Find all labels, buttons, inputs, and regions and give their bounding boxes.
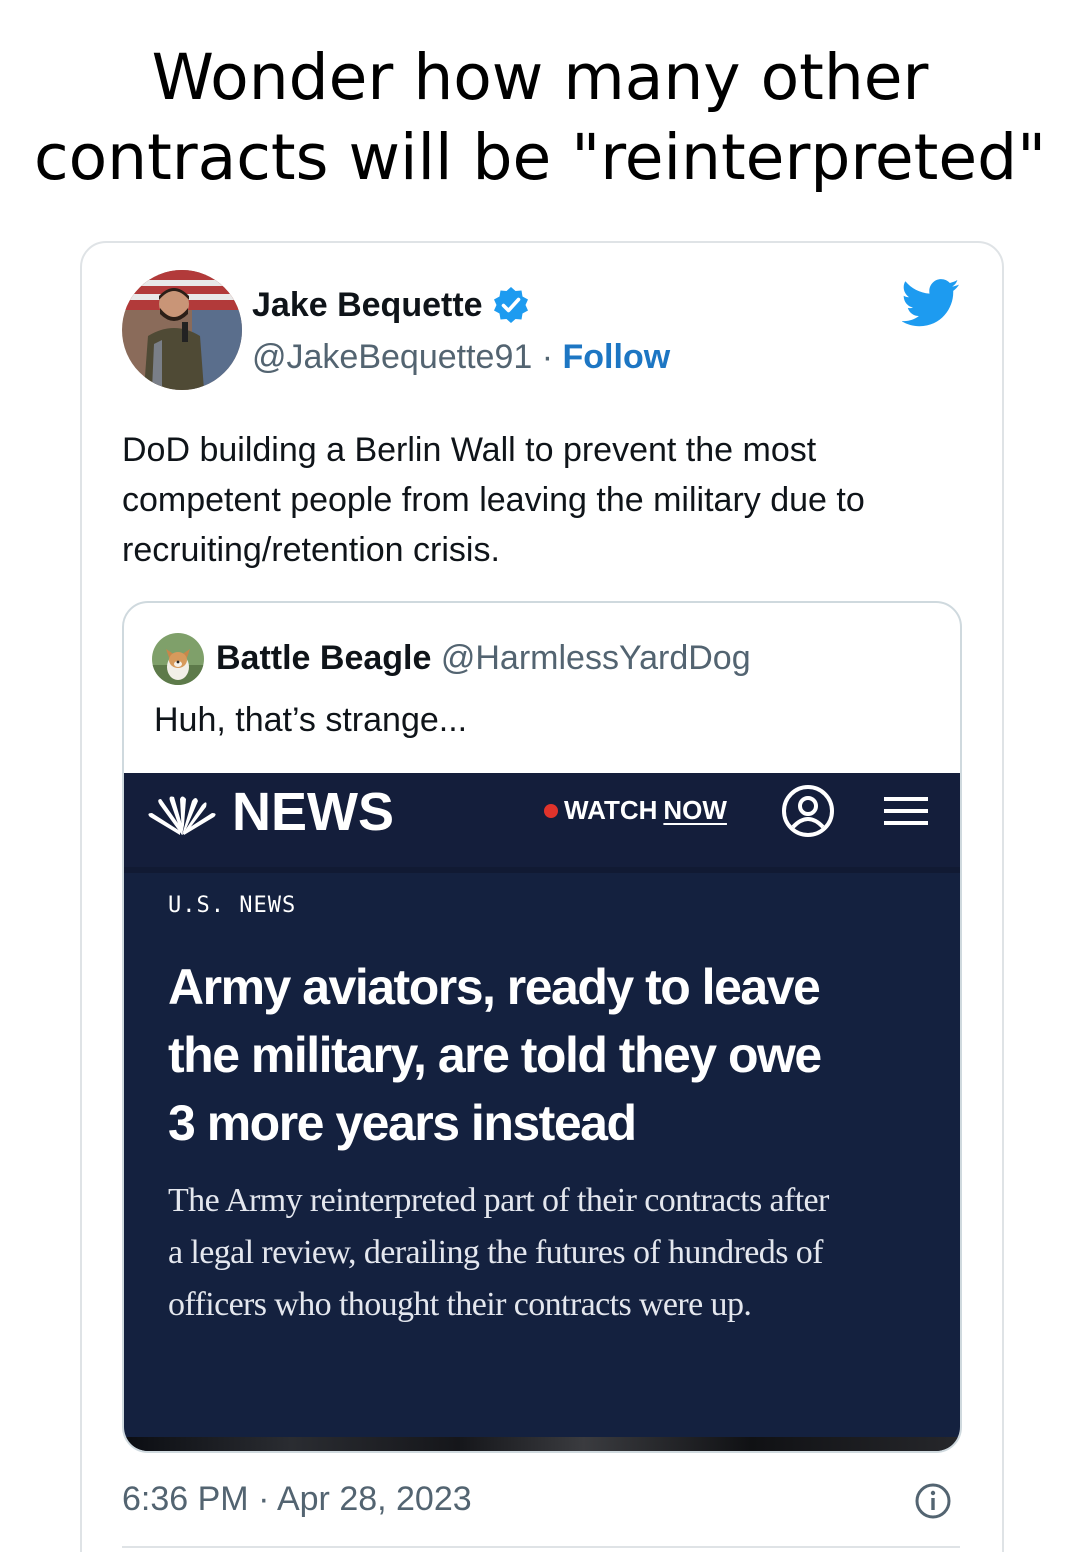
headline-line: Army aviators, ready to leave [168, 959, 821, 1015]
author-name-row[interactable]: Jake Bequette [252, 285, 531, 325]
news-screenshot[interactable]: NEWS WATCH NOW U.S. NEWS Army aviators, … [124, 773, 960, 1451]
caption-line-1: Wonder how many other [151, 41, 929, 114]
author-handle-row: @JakeBequette91 · Follow [252, 338, 670, 377]
live-dot-icon [544, 803, 558, 818]
section-label[interactable]: U.S. NEWS [168, 893, 296, 918]
quoted-author-row[interactable]: Battle Beagle @HarmlessYardDog [216, 639, 751, 678]
author-name[interactable]: Jake Bequette [252, 286, 483, 325]
article-dek: The Army reinterpreted part of their con… [168, 1175, 928, 1331]
watch-label: WATCH [564, 795, 658, 825]
now-label: NOW [663, 795, 727, 825]
tweet-body: DoD building a Berlin Wall to prevent th… [122, 425, 952, 575]
quoted-text: Huh, that’s strange... [154, 701, 468, 739]
dek-line: officers who thought their contracts wer… [168, 1286, 752, 1323]
info-icon[interactable] [914, 1482, 952, 1520]
dek-line: The Army reinterpreted part of their con… [168, 1182, 829, 1219]
tweet-text-line: DoD building a Berlin Wall to prevent th… [122, 431, 817, 469]
twitter-bird-icon[interactable] [902, 278, 960, 328]
author-handle[interactable]: @JakeBequette91 [252, 338, 532, 376]
news-logo-text[interactable]: NEWS [232, 781, 394, 843]
meme-caption: Wonder how many other contracts will be … [0, 38, 1080, 198]
dek-line: a legal review, derailing the futures of… [168, 1234, 823, 1271]
news-header-bar: NEWS WATCH NOW [124, 773, 960, 873]
separator-dot: · [541, 338, 554, 376]
tweet-text-line: competent people from leaving the milita… [122, 481, 865, 519]
user-account-icon[interactable] [780, 783, 836, 839]
tweet-timestamp[interactable]: 6:36 PM · Apr 28, 2023 [122, 1480, 472, 1519]
article-photo-edge [124, 1437, 960, 1451]
follow-button[interactable]: Follow [563, 338, 671, 376]
tweet-text-line: recruiting/retention crisis. [122, 531, 500, 569]
nbc-peacock-logo [148, 796, 216, 835]
article-headline[interactable]: Army aviators, ready to leave the milita… [168, 953, 928, 1157]
hamburger-menu-icon[interactable] [884, 791, 928, 831]
headline-line: 3 more years instead [168, 1095, 637, 1151]
card-divider [122, 1546, 960, 1548]
quoted-author-handle[interactable]: @HarmlessYardDog [441, 639, 751, 677]
quoted-tweet[interactable]: Battle Beagle @HarmlessYardDog Huh, that… [122, 601, 962, 1453]
verified-badge-icon [493, 287, 528, 323]
caption-line-2: contracts will be "reinterpreted" [33, 121, 1047, 194]
quoted-avatar[interactable] [152, 633, 204, 685]
headline-line: the military, are told they owe [168, 1027, 822, 1083]
watch-now-link[interactable]: WATCH NOW [544, 795, 727, 826]
quoted-author-name[interactable]: Battle Beagle [216, 639, 431, 677]
author-avatar[interactable] [122, 270, 242, 390]
